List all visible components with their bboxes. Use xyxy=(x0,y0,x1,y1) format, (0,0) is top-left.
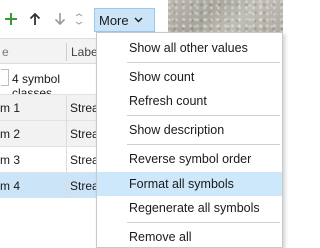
menu-item-label: Show all other values xyxy=(129,41,248,55)
menu-item-show-description[interactable]: Show description xyxy=(97,119,282,141)
sort-icon xyxy=(75,13,83,25)
table-row-selected[interactable]: m 4 Strea xyxy=(0,172,99,198)
row-label: Strea xyxy=(70,179,99,193)
grid-header: e Labe xyxy=(0,38,98,64)
table-row[interactable]: m 3 Strea xyxy=(0,146,99,172)
row-label: Strea xyxy=(70,101,99,115)
menu-item-remove-all[interactable]: Remove all xyxy=(97,226,282,248)
menu-item-label: Refresh count xyxy=(129,94,207,108)
menu-separator xyxy=(127,144,280,145)
menu-item-label: Show count xyxy=(129,70,195,84)
class-count-bar: 4 symbol classes xyxy=(0,64,96,100)
menu-item-label: Show description xyxy=(129,123,225,137)
menu-item-label: Reverse symbol order xyxy=(129,152,252,166)
menu-item-show-count[interactable]: Show count xyxy=(97,66,282,88)
sort-button[interactable] xyxy=(72,9,86,29)
class-checkbox[interactable] xyxy=(1,69,9,86)
chevron-down-icon xyxy=(134,17,143,23)
row-value: m 1 xyxy=(0,101,21,115)
map-preview xyxy=(168,0,283,36)
symbol-class-list: m 1 Strea m 2 Strea m 3 Strea m 4 Strea xyxy=(0,94,99,198)
more-menu: Show all other values Show count Refresh… xyxy=(96,32,283,248)
add-class-button[interactable] xyxy=(2,9,20,29)
menu-item-show-all-other-values[interactable]: Show all other values xyxy=(97,37,282,59)
menu-item-reverse-symbol-order[interactable]: Reverse symbol order xyxy=(97,148,282,170)
row-value: m 3 xyxy=(0,153,21,167)
menu-item-refresh-count[interactable]: Refresh count xyxy=(97,90,282,112)
menu-separator xyxy=(127,62,280,63)
header-symbol-partial: e xyxy=(2,45,9,59)
more-label: More xyxy=(99,12,129,28)
table-row[interactable]: m 2 Strea xyxy=(0,120,99,146)
menu-item-regenerate-all-symbols[interactable]: Regenerate all symbols xyxy=(97,197,282,219)
column-divider xyxy=(66,173,67,198)
table-row[interactable]: m 1 Strea xyxy=(0,94,99,120)
menu-item-label: Remove all xyxy=(129,230,192,244)
menu-item-label: Format all symbols xyxy=(129,177,234,191)
menu-separator xyxy=(127,222,280,223)
menu-item-format-all-symbols[interactable]: Format all symbols xyxy=(97,172,282,196)
arrow-down-icon xyxy=(54,13,66,26)
column-divider xyxy=(66,121,67,146)
row-label: Strea xyxy=(70,127,99,141)
column-divider xyxy=(66,95,67,120)
row-value: m 4 xyxy=(0,179,21,193)
row-label: Strea xyxy=(70,153,99,167)
arrow-up-icon xyxy=(29,12,41,25)
plus-icon xyxy=(5,13,17,25)
menu-separator xyxy=(127,115,280,116)
column-divider[interactable] xyxy=(66,43,67,61)
move-down-button[interactable] xyxy=(51,9,69,29)
menu-item-label: Regenerate all symbols xyxy=(129,201,260,215)
row-value: m 2 xyxy=(0,127,21,141)
empty-list-area xyxy=(0,202,96,248)
move-up-button[interactable] xyxy=(26,9,44,29)
column-divider xyxy=(66,147,67,172)
header-label[interactable]: Labe xyxy=(71,45,98,59)
more-button[interactable]: More xyxy=(94,8,155,32)
